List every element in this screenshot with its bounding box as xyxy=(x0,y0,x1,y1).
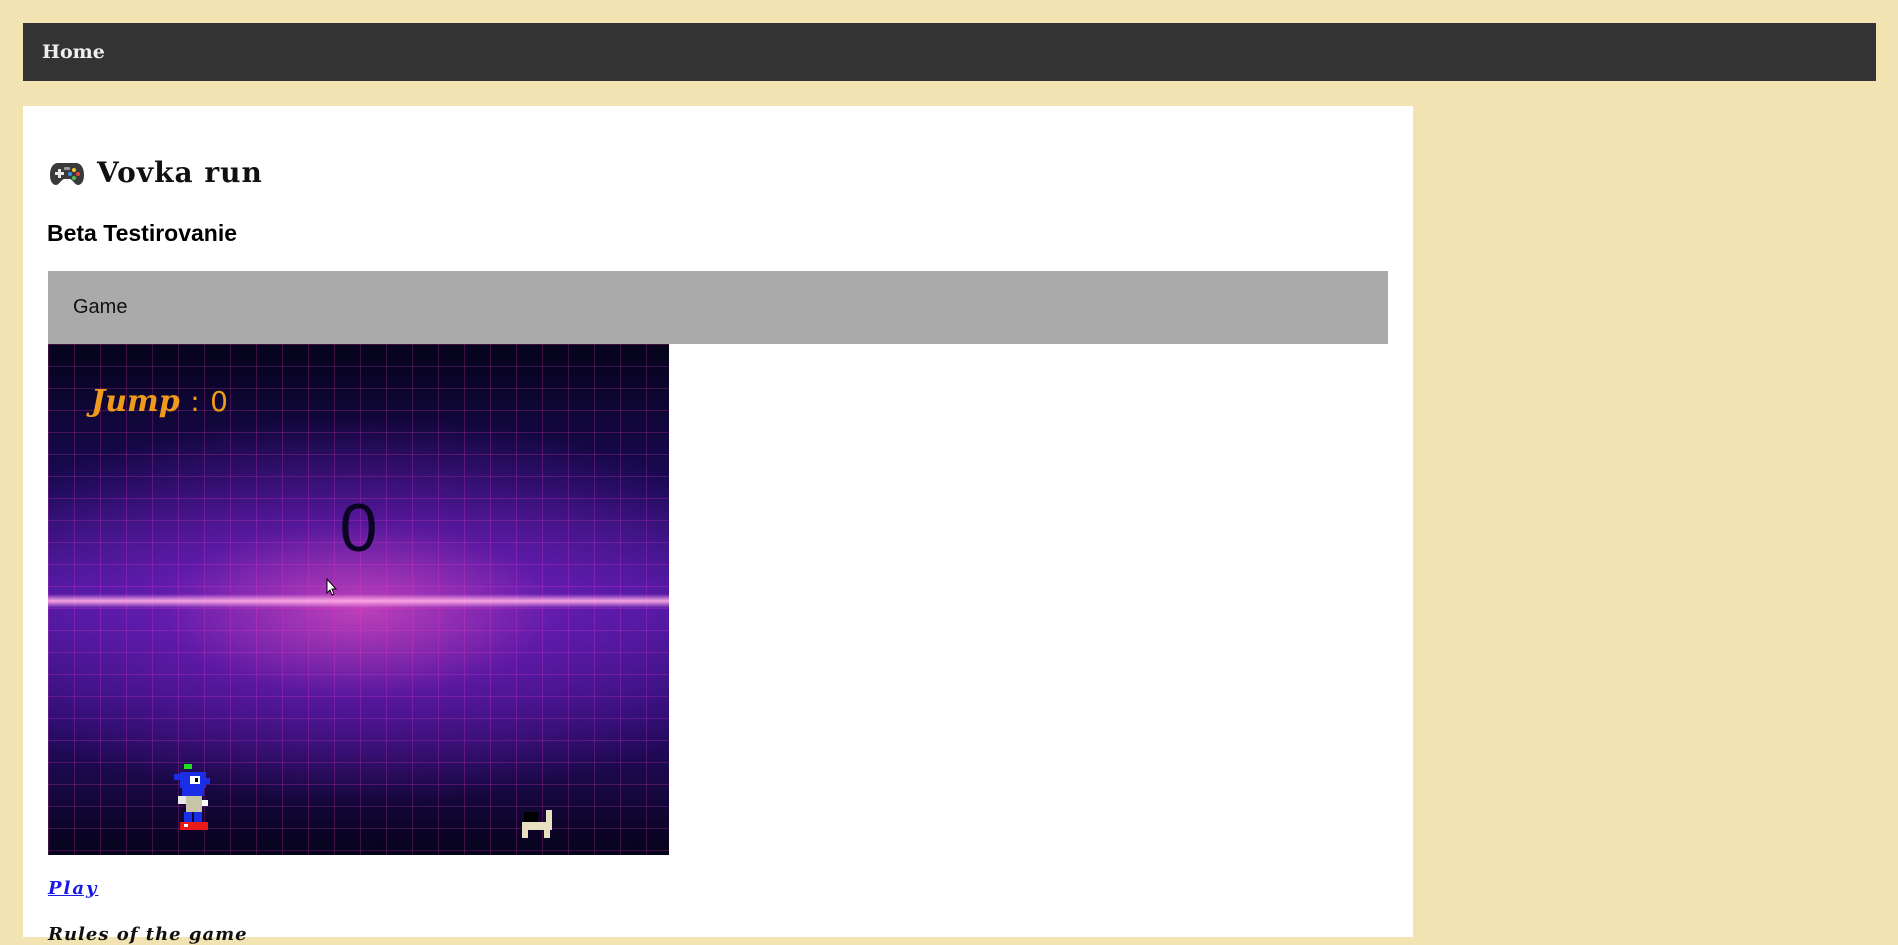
top-navigation: Home xyxy=(23,23,1876,81)
jump-label: Jump xyxy=(91,384,180,419)
obstacle-dog xyxy=(520,810,554,845)
mouse-cursor-icon xyxy=(326,577,338,601)
page-title: Vovka run xyxy=(49,156,263,189)
game-section-label: Game xyxy=(73,296,128,318)
canvas-horizon-glow xyxy=(48,594,669,608)
page-title-text: Vovka run xyxy=(97,156,263,189)
main-card: Vovka run Beta Testirovanie Game Jump : … xyxy=(23,106,1413,945)
play-link[interactable]: Play xyxy=(48,878,99,899)
nav-home-link[interactable]: Home xyxy=(42,23,105,81)
page-subtitle: Beta Testirovanie xyxy=(47,220,238,246)
player-character xyxy=(170,764,216,841)
gamepad-icon xyxy=(49,159,85,187)
game-section-header: Game xyxy=(48,271,1388,344)
game-canvas[interactable]: Jump : 0 0 xyxy=(48,344,669,855)
jump-count: 0 xyxy=(210,385,228,418)
rules-heading: Rules of the game xyxy=(48,924,248,945)
jump-separator: : xyxy=(190,385,200,418)
score-display: 0 xyxy=(339,490,378,566)
jump-counter: Jump : 0 xyxy=(91,384,228,419)
